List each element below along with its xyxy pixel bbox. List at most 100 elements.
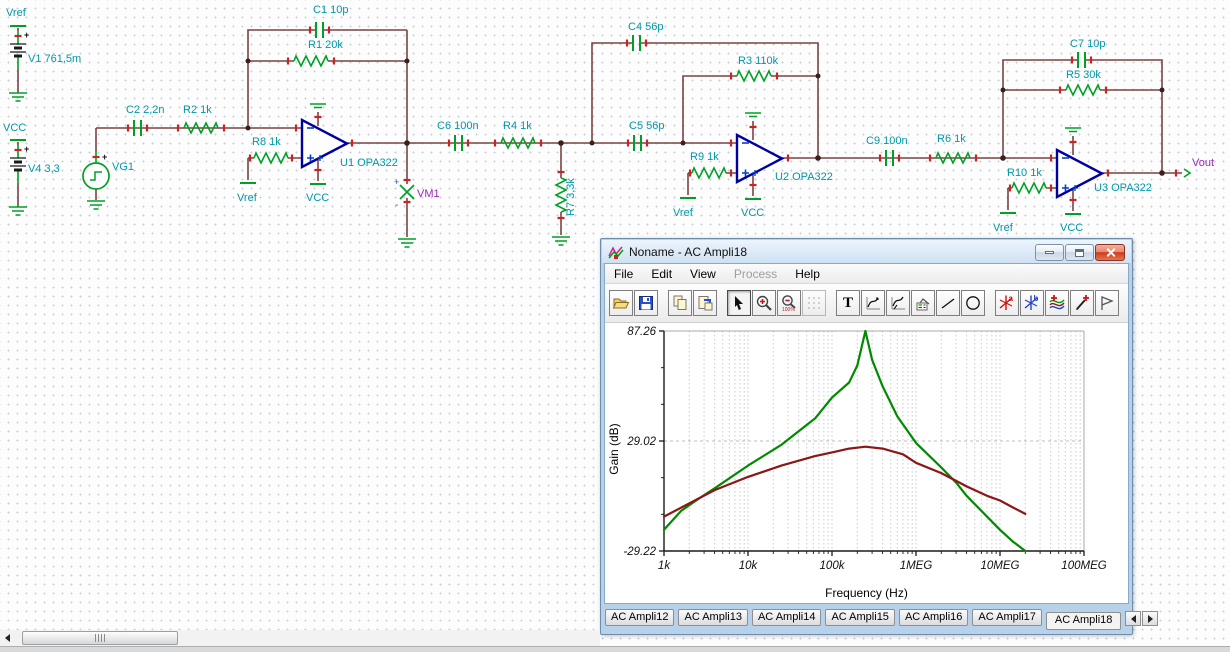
voltmeter-vm1[interactable]: + - <box>394 177 417 248</box>
menu-view[interactable]: View <box>681 265 725 283</box>
menu-help[interactable]: Help <box>786 265 829 283</box>
label-c2: C2 2,2n <box>126 104 165 116</box>
menu-file[interactable]: File <box>605 265 642 283</box>
save-button[interactable] <box>634 290 658 316</box>
svg-text:100%: 100% <box>782 307 795 312</box>
label-r5: R5 30k <box>1066 69 1101 81</box>
plot-panel: 87.26 29.02 -29.22 1k 10k 100k 1MEG 10MEG 100MEG… <box>605 324 1128 603</box>
gain-chart[interactable]: 87.26 29.02 -29.221k 10k 100k 1MEG 10MEG 100MEG <box>605 324 1129 600</box>
text-tool-button[interactable]: T <box>836 290 860 316</box>
cursor-a-button[interactable]: a <box>995 290 1019 316</box>
y-axis-title: Gain (dB) <box>607 423 621 475</box>
resistor-r9[interactable] <box>691 167 727 179</box>
svg-text:b: b <box>1034 294 1039 303</box>
maximize-button[interactable] <box>1065 244 1094 261</box>
label-r1: R1 20k <box>308 39 343 51</box>
tab-scroll-right-button[interactable] <box>1142 611 1159 626</box>
svg-text:a: a <box>1009 294 1014 303</box>
svg-text:+: + <box>24 30 29 40</box>
ellipse-icon <box>966 296 980 310</box>
label-vm1: VM1 <box>417 188 440 200</box>
svg-text:1k: 1k <box>658 560 671 572</box>
tab-ac-ampli13[interactable]: AC Ampli13 <box>678 609 748 626</box>
floppy-icon <box>639 296 653 310</box>
svg-text:1MEG: 1MEG <box>900 560 933 572</box>
tab-ac-ampli17[interactable]: AC Ampli17 <box>972 609 1042 626</box>
waveforms-icon <box>1049 295 1065 310</box>
pointer-icon <box>735 296 743 310</box>
resistor-r8[interactable] <box>253 152 289 164</box>
tab-ac-ampli16[interactable]: AC Ampli16 <box>898 609 969 626</box>
resistor-r10[interactable] <box>1011 182 1047 194</box>
label-u2: U2 OPA322 <box>775 171 833 183</box>
schematic-components[interactable]: + - <box>8 21 1192 248</box>
svg-text:10k: 10k <box>739 560 759 572</box>
resistor-r3[interactable] <box>736 70 772 82</box>
toolbar: 100% T a b <box>605 284 1128 323</box>
schematic-horizontal-scrollbar[interactable] <box>0 630 600 646</box>
tab-scroll-left-button[interactable] <box>1125 611 1142 626</box>
cursor-a-icon: a <box>999 294 1014 310</box>
label-u1-vcc: VCC <box>306 192 329 204</box>
zoom-100-button[interactable]: 100% <box>777 290 801 316</box>
maximize-icon <box>1075 248 1084 257</box>
scrollbar-thumb[interactable] <box>22 631 178 645</box>
tab-ac-ampli15[interactable]: AC Ampli15 <box>825 609 895 626</box>
output-terminal-vout[interactable] <box>1183 168 1192 178</box>
copy-button[interactable] <box>668 290 692 316</box>
tab-ac-ampli18[interactable]: AC Ampli18 <box>1045 612 1122 630</box>
diagram-tab-bar: AC Ampli12 AC Ampli13 AC Ampli14 AC Ampl… <box>605 607 1159 631</box>
svg-text:+: + <box>24 144 29 154</box>
add-curves-button[interactable] <box>1045 290 1069 316</box>
label-u3-vref: Vref <box>993 222 1014 234</box>
x-axis-title: Frequency (Hz) <box>825 586 908 600</box>
low-q-gain-curve <box>662 445 1027 518</box>
tab-right-icon <box>1147 614 1153 623</box>
svg-text:+: + <box>102 152 107 162</box>
label-u1-vref: Vref <box>237 192 258 204</box>
capacitor-c7[interactable] <box>1077 51 1086 69</box>
tab-ac-ampli14[interactable]: AC Ampli14 <box>751 609 822 626</box>
menu-edit[interactable]: Edit <box>642 265 681 283</box>
window-titlebar[interactable]: Noname - AC Ampli18 <box>602 240 1131 263</box>
zoom-out-icon: 100% <box>782 295 796 312</box>
line-icon <box>941 298 955 309</box>
scroll-left-button[interactable] <box>0 631 14 645</box>
probe-tool-button[interactable] <box>1070 290 1094 316</box>
zoom-in-button[interactable] <box>752 290 776 316</box>
label-u2-vcc: VCC <box>741 207 764 219</box>
paste-button[interactable] <box>693 290 717 316</box>
grid-icon <box>808 297 820 309</box>
resistor-r1[interactable] <box>293 55 329 67</box>
tab-ac-ampli12[interactable]: AC Ampli12 <box>605 609 675 626</box>
label-c6: C6 100n <box>437 120 479 132</box>
curve-edit-2-button[interactable] <box>886 290 910 316</box>
pointer-tool-button[interactable] <box>727 290 751 316</box>
svg-text:87.26: 87.26 <box>627 326 656 338</box>
ac-analysis-window[interactable]: Noname - AC Ampli18 File Edit View Proce… <box>600 238 1159 635</box>
capacitor-c4[interactable] <box>632 34 641 52</box>
label-c4: C4 56p <box>628 21 663 33</box>
curve-edit-button[interactable] <box>861 290 885 316</box>
tab-left-icon <box>1130 614 1136 623</box>
open-file-button[interactable] <box>609 290 633 316</box>
legend-tool-button[interactable] <box>911 290 935 316</box>
legend-icon <box>916 298 930 311</box>
label-u3-vcc: VCC <box>1060 222 1083 234</box>
label-r7: R7 3,3k <box>565 178 577 216</box>
capacitor-c1[interactable] <box>315 21 324 39</box>
line-tool-button[interactable] <box>936 290 960 316</box>
ellipse-tool-button[interactable] <box>961 290 985 316</box>
cursor-b-button[interactable]: b <box>1020 290 1044 316</box>
svg-text:-29.22: -29.22 <box>623 546 656 558</box>
label-r9: R9 1k <box>690 151 719 163</box>
close-button[interactable] <box>1095 244 1125 261</box>
thumb-grip-icon <box>94 634 106 642</box>
probe-pen-icon <box>1076 295 1089 310</box>
label-u1: U1 OPA322 <box>340 157 398 169</box>
label-vref-rail: Vref <box>6 7 27 19</box>
marker-tool-button[interactable] <box>1095 290 1119 316</box>
paste-icon <box>698 296 713 311</box>
minimize-button[interactable] <box>1035 244 1064 261</box>
resistor-r5[interactable] <box>1065 84 1101 96</box>
